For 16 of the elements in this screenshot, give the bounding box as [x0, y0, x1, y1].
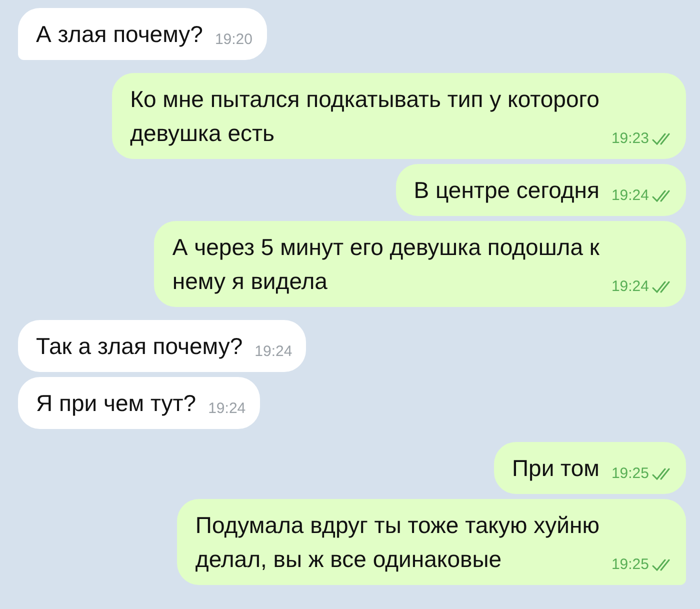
message-text: А злая почему? — [36, 20, 203, 49]
message-time: 19:25 — [611, 556, 649, 574]
message-time: 19:20 — [214, 31, 252, 49]
message-text: В центре сегодня — [414, 176, 600, 205]
message-text: Ко мне пытался подкатывать тип у которого девушка есть — [130, 85, 600, 148]
message-time: 19:25 — [611, 465, 649, 483]
message-time: 19:24 — [254, 343, 292, 361]
message-time: 19:24 — [208, 400, 246, 418]
message-text: Я при чем тут? — [36, 389, 196, 418]
message-time: 19:23 — [611, 130, 649, 148]
message-text: А через 5 минут его девушка подошла к нему я видела — [172, 233, 600, 296]
message-text: При том — [512, 454, 600, 483]
message-time: 19:24 — [611, 278, 649, 296]
message-text: Подумала вдруг ты тоже такую хуйню делал, вы ж все одинаковые — [195, 511, 600, 574]
message-time: 19:24 — [611, 187, 649, 205]
message-text: Так а злая почему? — [36, 332, 243, 361]
